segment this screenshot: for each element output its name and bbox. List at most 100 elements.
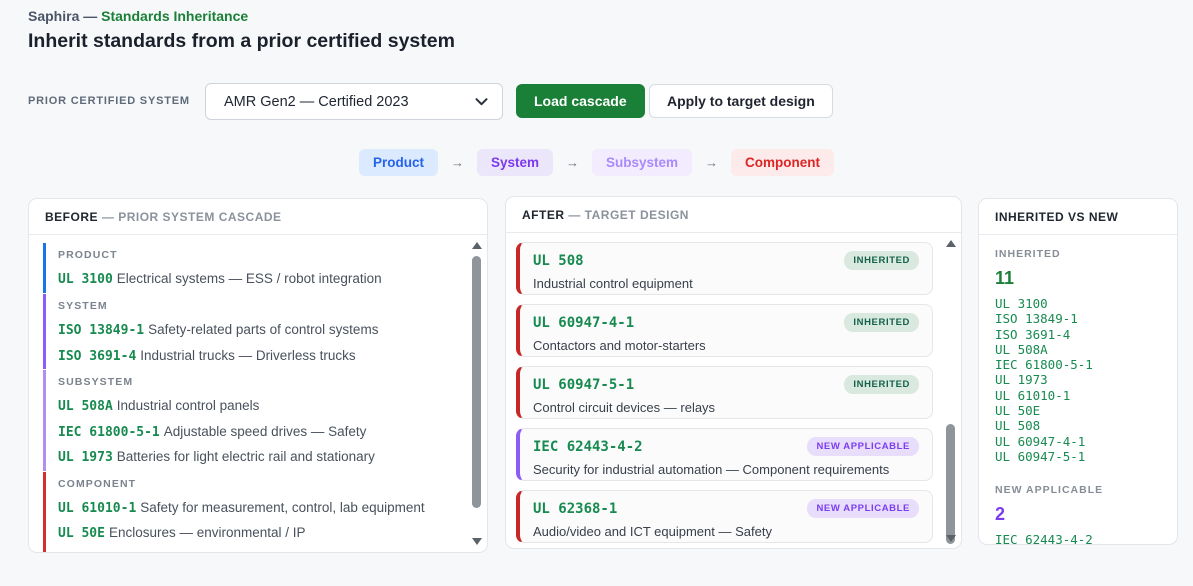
- standard-code: UL 508: [533, 253, 584, 269]
- before-scrollbar[interactable]: [470, 240, 483, 547]
- scrollbar-thumb[interactable]: [472, 256, 481, 508]
- standard-description: Adjustable speed drives — Safety: [164, 424, 367, 439]
- standard-description: Security for industrial automation — Com…: [533, 462, 919, 477]
- standard-description: Industrial control equipment: [109, 551, 275, 552]
- inherited-label: INHERITED: [995, 248, 1161, 260]
- status-badge: INHERITED: [844, 375, 919, 394]
- standard-list-item[interactable]: UL 508A Industrial control panels: [58, 394, 457, 419]
- new-code-list: IEC 62443-4-2UL 62368-1: [995, 532, 1161, 545]
- page-title: Inherit standards from a prior certified…: [28, 30, 455, 53]
- section-label: SUBSYSTEM: [58, 370, 457, 394]
- standard-list-item[interactable]: UL 1973 Batteries for light electric rail…: [58, 445, 457, 470]
- standard-description: Control circuit devices — relays: [533, 400, 919, 415]
- standard-list-item[interactable]: UL 61010-1Safety for measurement, contro…: [58, 496, 457, 521]
- standard-description: Industrial trucks — Driverless trucks: [140, 348, 355, 363]
- breadcrumb: Saphira — Standards Inheritance: [28, 8, 248, 24]
- standard-card-top: UL 60947-5-1INHERITED: [533, 375, 919, 394]
- standard-card[interactable]: UL 60947-4-1INHERITEDContactors and moto…: [516, 304, 933, 357]
- after-panel-title: AFTER: [522, 208, 565, 222]
- after-cards: UL 508 INHERITED Industrial control equipm…: [516, 242, 933, 543]
- load-cascade-button[interactable]: Load cascade: [516, 84, 645, 118]
- standard-card-top: UL 62368-1 NEW APPLICABLE: [533, 499, 919, 518]
- standard-description: Audio/video and ICT equipment — Safety: [533, 524, 919, 539]
- section-label: COMPONENT: [58, 472, 457, 496]
- summary-code: UL 1973: [995, 372, 1161, 387]
- prior-system-label: PRIOR CERTIFIED SYSTEM: [28, 95, 190, 107]
- scroll-down-icon[interactable]: [946, 535, 956, 542]
- scrollbar-thumb[interactable]: [946, 424, 955, 544]
- summary-panel: INHERITED VS NEW INHERITED 11 UL 3100ISO…: [978, 198, 1178, 545]
- status-badge: NEW APPLICABLE: [807, 499, 919, 518]
- inherited-code-list: UL 3100ISO 13849-1ISO 3691-4UL 508AIEC 6…: [995, 296, 1161, 464]
- standard-list-item[interactable]: UL 3100 Electrical systems — ESS / robot …: [58, 267, 457, 292]
- app-section: Standards Inheritance: [101, 8, 248, 24]
- summary-code: UL 508A: [995, 342, 1161, 357]
- after-panel-subtitle: — TARGET DESIGN: [568, 208, 689, 222]
- standard-code: ISO 13849-1: [58, 323, 144, 338]
- summary-panel-header: INHERITED VS NEW: [979, 199, 1177, 235]
- summary-code: IEC 62443-4-2: [995, 532, 1161, 545]
- summary-code: UL 61010-1: [995, 388, 1161, 403]
- level-chain: Product→System→Subsystem→Component: [0, 149, 1193, 176]
- before-panel-subtitle: — PRIOR SYSTEM CASCADE: [102, 210, 282, 224]
- summary-code: ISO 3691-4: [995, 327, 1161, 342]
- before-panel-title: BEFORE: [45, 210, 98, 224]
- cascade-section-subsystem: SUBSYSTEM UL 508A Industrial control panel…: [43, 370, 457, 471]
- after-card-list: UL 508 INHERITED Industrial control equipm…: [506, 233, 961, 549]
- after-scrollbar[interactable]: [944, 238, 957, 544]
- summary-code: UL 3100: [995, 296, 1161, 311]
- standard-code: IEC 62443-4-2: [533, 439, 643, 455]
- before-panel: BEFORE — PRIOR SYSTEM CASCADE PRODUCTUL …: [28, 198, 488, 553]
- standard-code: UL 60947-4-1: [533, 315, 634, 331]
- standard-list-item[interactable]: ISO 13849-1 Safety-related parts of contr…: [58, 318, 457, 343]
- section-label: SYSTEM: [58, 294, 457, 318]
- standard-code: UL 1973: [58, 450, 113, 465]
- standard-description: Electrical systems — ESS / robot integra…: [117, 271, 382, 286]
- scroll-down-icon[interactable]: [472, 538, 482, 545]
- standard-code: UL 62368-1: [533, 501, 617, 517]
- before-cascade-list: PRODUCT UL 3100 Electrical systems — ESS /…: [29, 235, 487, 552]
- cascade-section-component: COMPONENTUL 61010-1Safety for measuremen…: [43, 472, 457, 552]
- new-applicable-count: 2: [995, 504, 1161, 525]
- level-pill-subsystem[interactable]: Subsystem: [592, 149, 692, 176]
- summary-code: UL 508: [995, 418, 1161, 433]
- level-pill-system[interactable]: System: [477, 149, 553, 176]
- after-panel-header: AFTER — TARGET DESIGN: [506, 197, 961, 233]
- before-section-list: PRODUCT UL 3100 Electrical systems — ESS /…: [43, 243, 457, 552]
- scroll-up-icon[interactable]: [472, 242, 482, 249]
- level-pill-product[interactable]: Product: [359, 149, 438, 176]
- standard-description: Industrial control panels: [117, 398, 260, 413]
- standard-code: UL 3100: [58, 272, 113, 287]
- standard-card[interactable]: UL 60947-5-1INHERITED Control circuit dev…: [516, 366, 933, 419]
- standard-list-item[interactable]: UL 508Industrial control equipment: [58, 547, 457, 552]
- standard-card[interactable]: UL 508 INHERITED Industrial control equipm…: [516, 242, 933, 295]
- apply-to-target-button[interactable]: Apply to target design: [649, 84, 833, 118]
- summary-code: IEC 61800-5-1: [995, 357, 1161, 372]
- standard-description: Industrial control equipment: [533, 276, 919, 291]
- summary-code: UL 60947-4-1: [995, 434, 1161, 449]
- level-arrow-icon: →: [566, 155, 579, 170]
- before-panel-header: BEFORE — PRIOR SYSTEM CASCADE: [29, 199, 487, 235]
- standard-code: ISO 3691-4: [58, 349, 136, 364]
- standard-list-item[interactable]: ISO 3691-4 Industrial trucks — Driverless…: [58, 344, 457, 369]
- standard-list-item[interactable]: UL 50EEnclosures — environmental / IP: [58, 521, 457, 546]
- prior-system-select[interactable]: AMR Gen2 — Certified 2023: [205, 83, 503, 120]
- standard-code: UL 508A: [58, 399, 113, 414]
- cascade-section-product: PRODUCT UL 3100 Electrical systems — ESS /…: [43, 243, 457, 293]
- summary-body: INHERITED 11 UL 3100ISO 13849-1ISO 3691-…: [979, 235, 1177, 545]
- level-pill-component[interactable]: Component: [731, 149, 834, 176]
- standard-card[interactable]: IEC 62443-4-2NEW APPLICABLESecurity for …: [516, 428, 933, 481]
- standard-list-item[interactable]: IEC 61800-5-1 Adjustable speed drives — S…: [58, 420, 457, 445]
- prior-system-value: AMR Gen2 — Certified 2023: [224, 94, 409, 110]
- standard-code: IEC 61800-5-1: [58, 425, 160, 440]
- standard-description: Safety for measurement, control, lab equ…: [140, 500, 424, 515]
- standard-card[interactable]: UL 62368-1 NEW APPLICABLE Audio/video and …: [516, 490, 933, 543]
- scroll-up-icon[interactable]: [946, 240, 956, 247]
- section-label: PRODUCT: [58, 243, 457, 267]
- status-badge: INHERITED: [844, 313, 919, 332]
- standard-card-top: UL 508 INHERITED: [533, 251, 919, 270]
- standard-description: Safety-related parts of control systems: [148, 322, 378, 337]
- status-badge: INHERITED: [844, 251, 919, 270]
- summary-code: UL 60947-5-1: [995, 449, 1161, 464]
- standard-description: Batteries for light electric rail and st…: [117, 449, 375, 464]
